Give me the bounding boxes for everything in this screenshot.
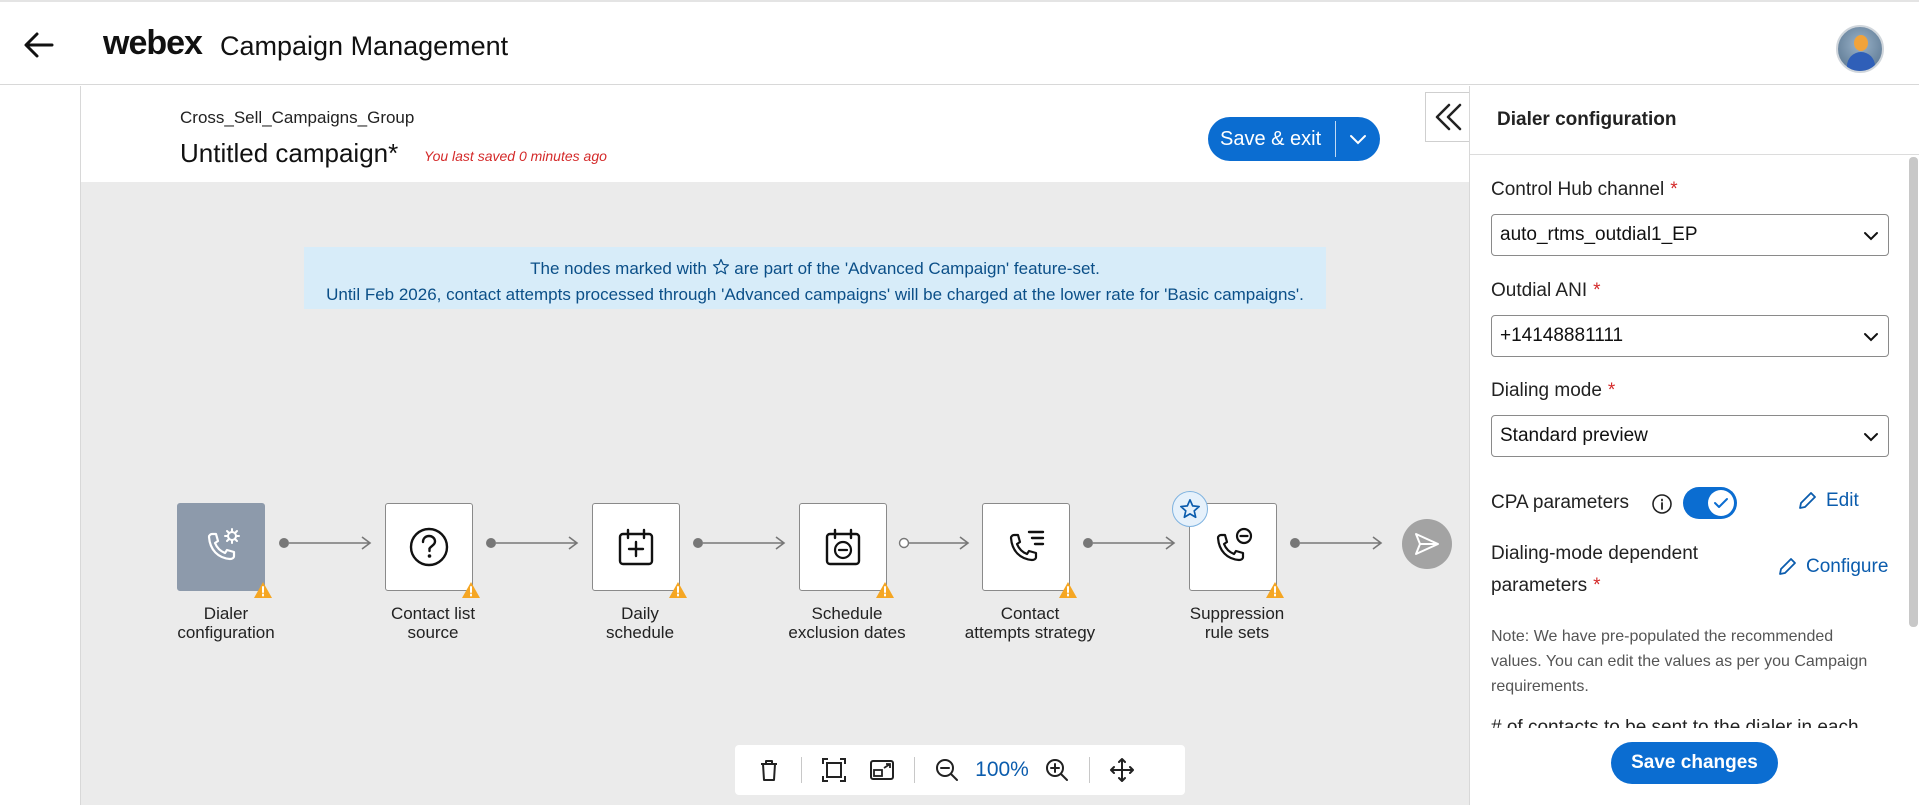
cpa-parameters-row: CPA parameters Edit [1491,484,1901,524]
warning-icon [462,582,480,598]
phone-gear-icon [207,528,240,561]
node-daily-schedule[interactable] [592,503,687,598]
warning-icon [669,582,687,598]
outdial-ani-label: Outdial ANI * [1491,280,1601,301]
phone-list-icon [1009,530,1045,562]
collapse-panel-button[interactable] [1425,92,1469,142]
calendar-minus-icon [825,528,861,566]
panel-scrollbar[interactable] [1909,157,1918,627]
node-label: Dialer configuration [177,604,275,642]
save-changes-button[interactable]: Save changes [1611,742,1778,784]
chevron-down-icon [1864,232,1878,241]
pencil-icon [1799,492,1816,509]
zoom-out-button[interactable] [923,750,971,790]
cpa-parameters-toggle[interactable] [1683,487,1737,519]
zoom-out-icon [936,759,958,781]
flow-canvas[interactable]: The nodes marked with are part of the 'A… [81,182,1469,805]
send-icon [1415,533,1439,555]
warning-icon [876,582,894,598]
panel-title: Dialer configuration [1497,109,1677,130]
trash-icon [761,760,777,781]
webex-logo: webex [103,24,203,62]
star-icon [712,258,730,283]
warning-icon [1059,582,1077,598]
star-icon [1180,499,1200,519]
node-label: Contact attempts strategy [964,604,1096,642]
banner-line1-prefix: The nodes marked with [530,259,707,278]
connector-arrow [693,536,786,550]
delete-button[interactable] [745,750,793,790]
zoom-level: 100% [975,758,1029,781]
node-contact-list-source[interactable] [385,503,480,598]
fit-screen-icon [822,758,846,782]
zoom-in-button[interactable] [1033,750,1081,790]
phone-minus-icon [1216,527,1253,562]
warning-icon [1266,582,1284,598]
chevron-down-icon [1864,433,1878,442]
save-options-dropdown-button[interactable] [1336,117,1380,161]
connector-arrow [486,536,579,550]
campaign-header: Cross_Sell_Campaigns_Group Untitled camp… [81,86,1469,182]
question-circle-icon [409,527,449,567]
truncated-field-label: # of contacts to be sent to the dialer i… [1491,717,1859,728]
control-hub-channel-select[interactable]: auto_rtms_outdial1_EP [1491,214,1889,256]
warning-icon [254,582,272,598]
double-chevron-left-icon [1435,103,1461,131]
connector-arrow [1290,536,1383,550]
node-contact-attempts-strategy[interactable] [982,503,1077,598]
campaign-title[interactable]: Untitled campaign* [180,138,398,169]
control-hub-channel-label: Control Hub channel * [1491,179,1678,200]
pan-button[interactable] [1098,750,1146,790]
node-dialer-configuration[interactable] [177,503,272,598]
banner-line1-suffix: are part of the 'Advanced Campaign' feat… [734,259,1100,278]
outdial-ani-select[interactable]: +14148881111 [1491,315,1889,357]
connector-arrow [898,536,970,550]
chevron-down-icon [1864,333,1878,342]
configure-button[interactable]: Configure [1776,556,1888,578]
left-gutter [0,86,81,805]
dialing-mode-dependent-label: Dialing-mode dependent parameters * [1491,543,1699,596]
prepopulated-note: Note: We have pre-populated the recommen… [1491,628,1868,695]
dialing-mode-label: Dialing mode * [1491,380,1616,401]
calendar-add-icon [618,528,654,566]
minimap-icon [870,760,894,780]
app-title: Campaign Management [220,31,509,61]
pencil-icon [1779,558,1796,575]
campaign-group-name: Cross_Sell_Campaigns_Group [180,108,415,127]
banner-line2: Until Feb 2026, contact attempts process… [326,285,1304,304]
connector-arrow [1083,536,1176,550]
dialer-configuration-panel: Dialer configuration Control Hub channel… [1469,86,1919,805]
move-icon [1110,758,1134,782]
back-arrow-icon[interactable] [22,28,56,62]
avatar[interactable] [1836,25,1884,73]
chevron-down-icon [1350,135,1367,145]
advanced-star-badge [1172,491,1208,527]
node-label: Contact list source [390,604,476,642]
node-label: Schedule exclusion dates [788,604,906,642]
check-icon [1714,498,1728,508]
node-label: Suppression rule sets [1189,604,1285,642]
cpa-edit-button[interactable]: Edit [1796,490,1859,512]
save-exit-split-button: Save & exit [1208,117,1381,161]
last-saved-note: You last saved 0 minutes ago [424,148,607,164]
advanced-campaign-info-banner: The nodes marked with are part of the 'A… [304,247,1326,309]
divider [1470,154,1919,155]
info-icon[interactable] [1651,493,1673,515]
canvas-toolbar: 100% [735,745,1185,795]
send-node[interactable] [1402,519,1452,569]
panel-footer: Save changes [1470,729,1919,805]
node-schedule-exclusion-dates[interactable] [799,503,894,598]
minimap-button[interactable] [858,750,906,790]
zoom-in-icon [1046,759,1068,781]
connector-arrow [279,536,372,550]
cpa-parameters-label: CPA parameters [1491,492,1629,513]
node-label: Daily schedule [605,604,675,642]
top-header: webex Campaign Management [0,0,1919,85]
dialing-mode-select[interactable]: Standard preview [1491,415,1889,457]
fit-to-screen-button[interactable] [810,750,858,790]
save-exit-button[interactable]: Save & exit [1208,117,1335,161]
